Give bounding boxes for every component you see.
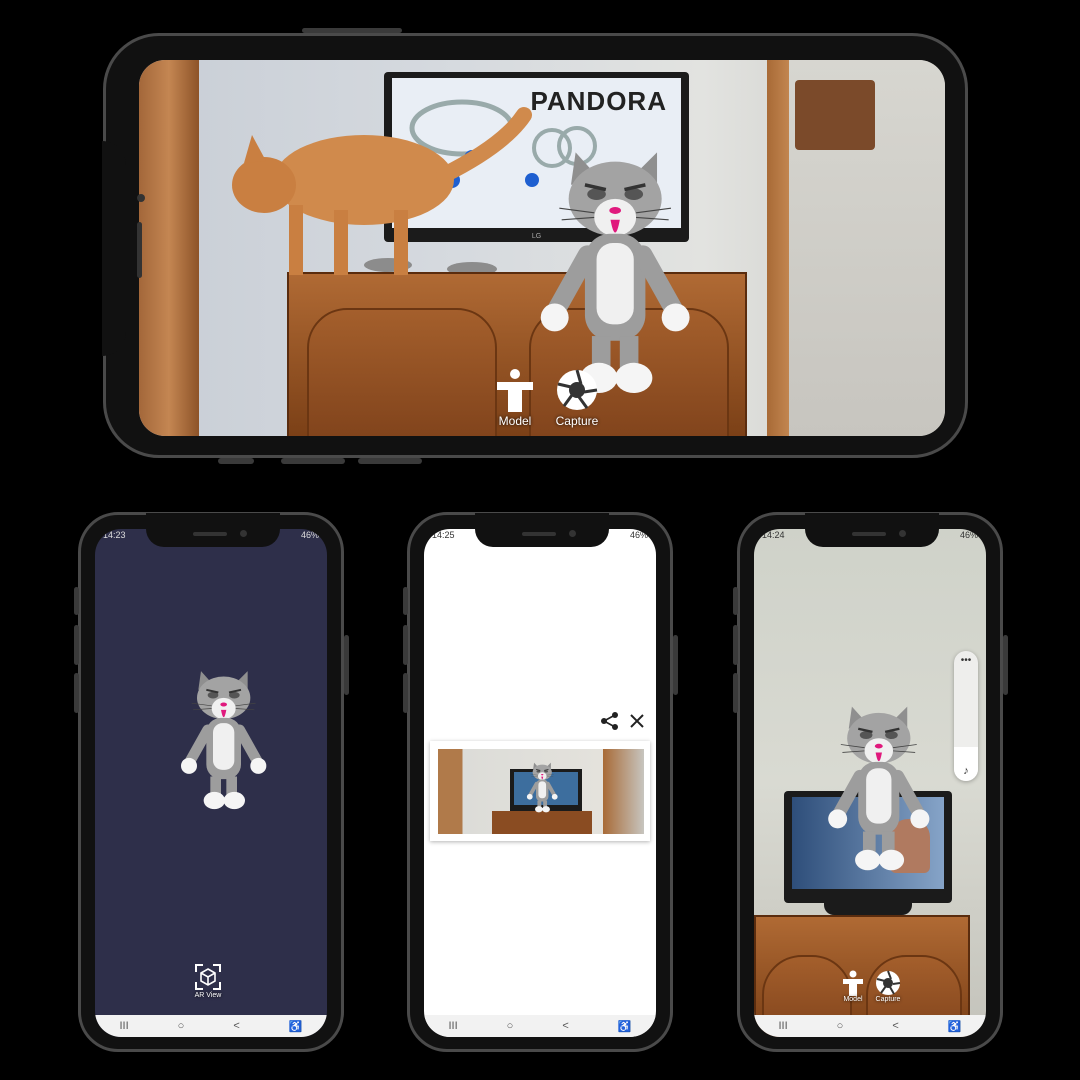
person-icon: [843, 970, 863, 996]
model-label: Model: [498, 414, 532, 428]
notch: [102, 141, 126, 356]
status-time: 14:24: [762, 530, 785, 540]
more-icon[interactable]: •••: [954, 655, 978, 666]
cat-3d-model[interactable]: [173, 669, 273, 814]
notch: [475, 513, 609, 547]
capture-preview-screen: 14:25 46% III ○ < ♿: [424, 529, 656, 1037]
capture-button[interactable]: Capture: [875, 970, 901, 1003]
close-icon[interactable]: [629, 713, 645, 729]
status-battery: 46%: [300, 530, 319, 540]
landscape-phone: PANDORA LG Model Capture: [102, 28, 968, 464]
shutter-icon: [557, 369, 598, 410]
accessibility-icon[interactable]: ♿: [948, 1020, 962, 1033]
back-button[interactable]: <: [562, 1020, 568, 1032]
notch: [146, 513, 280, 547]
recent-apps-button[interactable]: III: [449, 1020, 458, 1032]
model-button[interactable]: Model: [495, 368, 535, 428]
status-time: 14:23: [103, 530, 126, 540]
side-button: [733, 587, 738, 615]
side-button: [74, 587, 79, 615]
capture-label: Capture: [875, 996, 901, 1003]
phone-model-view: 14:23 46% AR View III ○ < ♿: [74, 512, 349, 1052]
power-button: [673, 635, 678, 695]
ar-view-label: AR View: [194, 992, 222, 999]
back-button[interactable]: <: [892, 1020, 898, 1032]
music-note-icon: ♪: [963, 765, 969, 777]
tv-stand: [824, 903, 912, 915]
landscape-screen: PANDORA LG Model Capture: [139, 60, 945, 436]
side-button: [218, 458, 254, 464]
notch: [805, 513, 939, 547]
volume-up-button: [74, 625, 79, 665]
wall-shelf: [795, 80, 875, 150]
volume-down-button: [733, 673, 738, 713]
ar-view-button[interactable]: AR View: [194, 963, 222, 999]
photo-cat-model: [524, 760, 560, 815]
volume-up-button: [281, 458, 345, 464]
captured-photo: [438, 749, 644, 834]
power-button: [344, 635, 349, 695]
volume-up-button: [733, 625, 738, 665]
phone-capture-preview: 14:25 46% III ○ < ♿: [403, 512, 678, 1052]
volume-panel[interactable]: ••• ♪: [954, 651, 978, 781]
ar-cat-model[interactable]: [818, 705, 938, 875]
home-button[interactable]: ○: [178, 1020, 185, 1032]
power-button: [1003, 635, 1008, 695]
earpiece: [137, 222, 142, 278]
accessibility-icon[interactable]: ♿: [618, 1020, 632, 1033]
cabinet-door: [307, 308, 497, 436]
nav-bar: III ○ < ♿: [424, 1015, 656, 1037]
phone-ar-live: 14:24 46% ••• ♪ Model Capture III ○ < ♿: [733, 512, 1008, 1052]
accessibility-icon[interactable]: ♿: [289, 1020, 303, 1033]
shutter-icon: [876, 970, 901, 995]
capture-card[interactable]: [430, 741, 650, 841]
recent-apps-button[interactable]: III: [779, 1020, 788, 1032]
capture-label: Capture: [555, 414, 599, 428]
ar-live-screen: 14:24 46% ••• ♪ Model Capture III ○ < ♿: [754, 529, 986, 1037]
volume-up-button: [403, 625, 408, 665]
model-button[interactable]: Model: [842, 970, 864, 1003]
model-view-screen: 14:23 46% AR View III ○ < ♿: [95, 529, 327, 1037]
volume-down-button: [358, 458, 422, 464]
share-icon[interactable]: [600, 711, 620, 731]
power-button: [302, 28, 402, 33]
status-battery: 46%: [629, 530, 648, 540]
back-button[interactable]: <: [233, 1020, 239, 1032]
home-button[interactable]: ○: [507, 1020, 514, 1032]
side-button: [403, 587, 408, 615]
ar-cube-icon: [195, 964, 221, 990]
nav-bar: III ○ < ♿: [95, 1015, 327, 1037]
status-battery: 46%: [959, 530, 978, 540]
model-label: Model: [843, 996, 863, 1003]
real-cat: [232, 107, 532, 275]
nav-bar: III ○ < ♿: [754, 1015, 986, 1037]
wood-pillar-left: [139, 60, 199, 436]
home-button[interactable]: ○: [837, 1020, 844, 1032]
capture-button[interactable]: Capture: [554, 368, 600, 428]
ar-cat-model[interactable]: [524, 150, 704, 400]
front-camera: [137, 194, 145, 202]
person-icon: [497, 369, 533, 412]
volume-down-button: [74, 673, 79, 713]
status-time: 14:25: [432, 530, 455, 540]
volume-down-button: [403, 673, 408, 713]
recent-apps-button[interactable]: III: [120, 1020, 129, 1032]
